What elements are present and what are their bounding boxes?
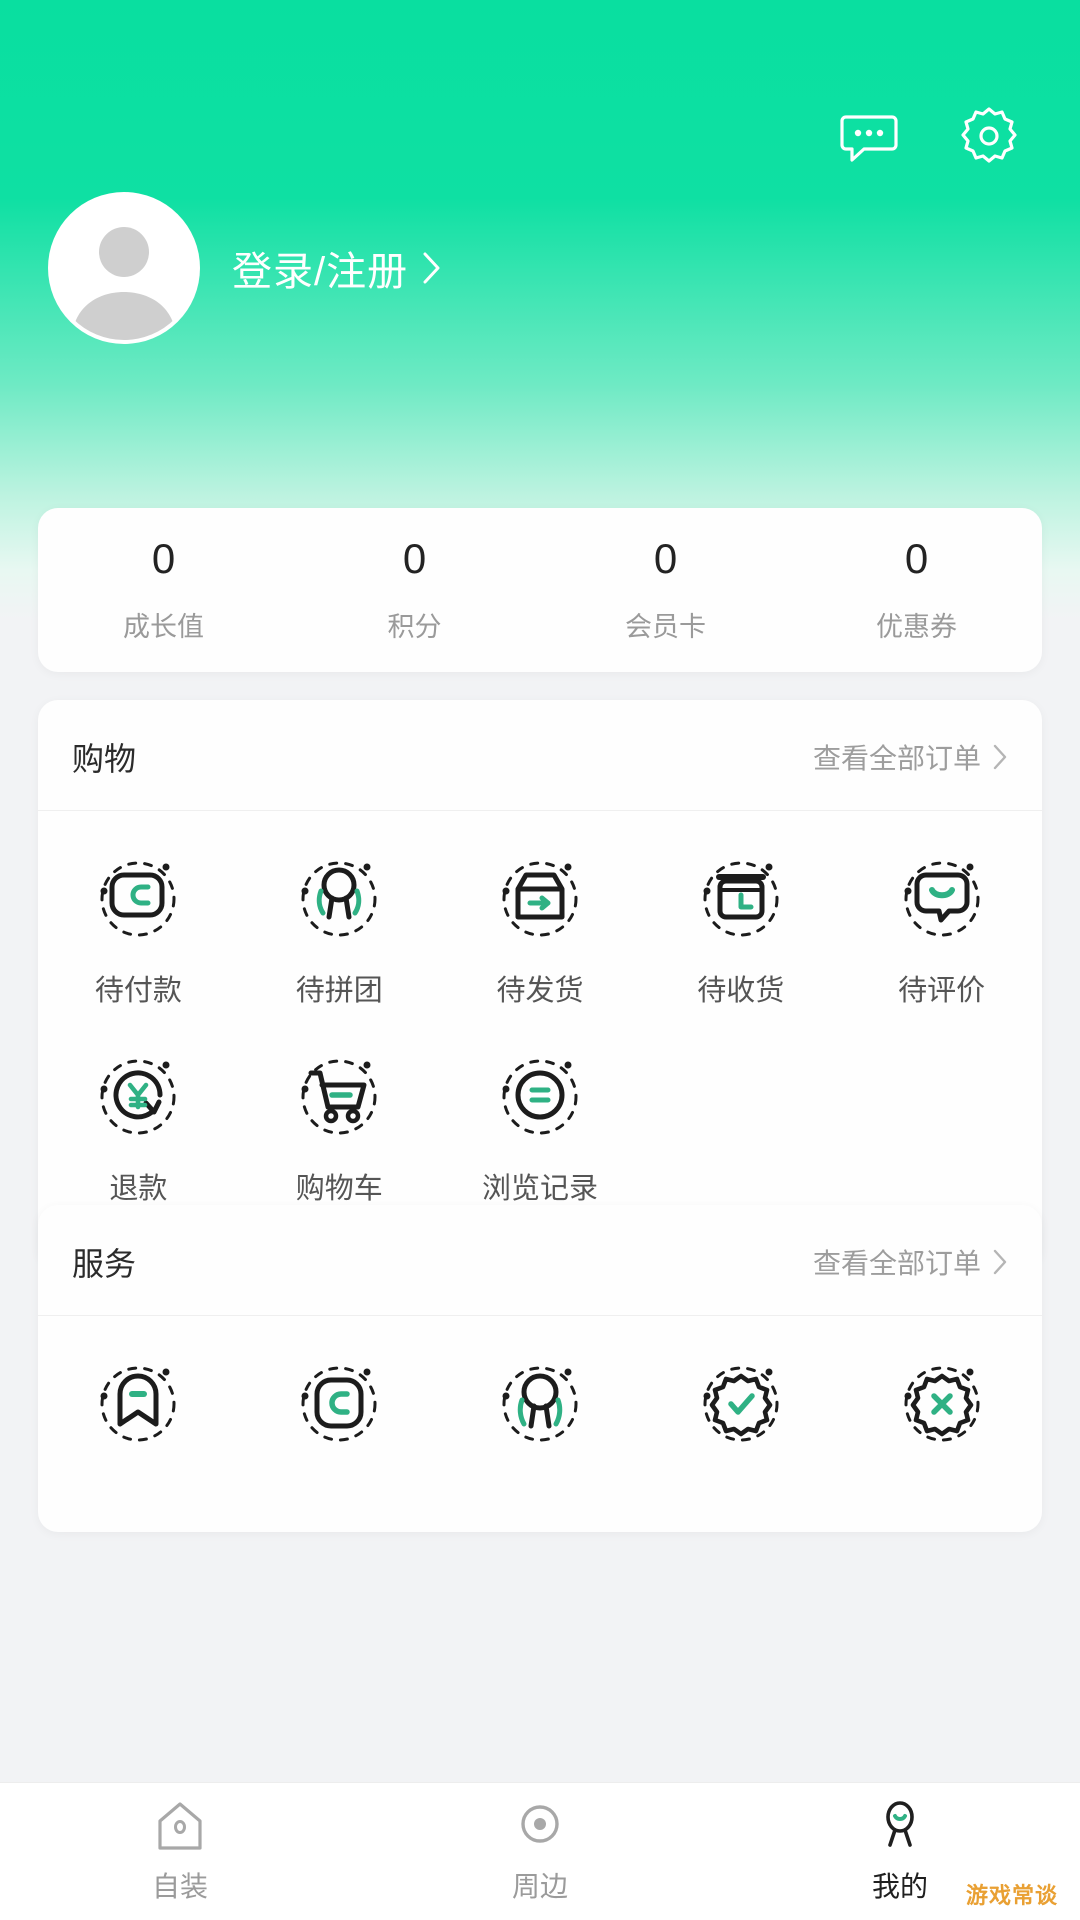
box-clock-icon (703, 861, 779, 937)
service-item-verified[interactable] (640, 1350, 841, 1472)
comment-smile-icon (904, 861, 980, 937)
shopping-grid: 待付款 待拼团 待发货 待收货 待评价 退款 购物车 浏览记录 (38, 811, 1042, 1267)
watermark: 游戏常谈 (965, 1883, 1058, 1908)
shopping-section-header: 购物 查看全部订单 (38, 700, 1042, 811)
stat-label: 会员卡 (625, 611, 706, 642)
section-title: 购物 (72, 741, 137, 777)
avatar[interactable] (48, 192, 200, 344)
service-card: 服务 查看全部订单 (38, 1205, 1042, 1532)
shopping-item-cart[interactable]: 购物车 (239, 1043, 440, 1207)
item-label: 待评价 (898, 975, 986, 1007)
item-label: 待收货 (697, 975, 785, 1007)
service-item-card[interactable] (239, 1350, 440, 1472)
view-all-orders-label: 查看全部订单 (812, 1248, 981, 1279)
person-icon (502, 1366, 578, 1442)
bookmark-icon (100, 1366, 176, 1442)
stat-label: 优惠券 (876, 611, 957, 642)
shopping-item-history[interactable]: 浏览记录 (440, 1043, 641, 1207)
service-item-rejected[interactable] (841, 1350, 1042, 1472)
person-profile-icon (886, 1800, 914, 1847)
shopping-item-pending-payment[interactable]: 待付款 (38, 845, 239, 1009)
service-item-person[interactable] (440, 1350, 641, 1472)
item-label: 浏览记录 (481, 1173, 598, 1205)
item-label: 退款 (109, 1173, 168, 1205)
shopping-cart-icon (301, 1059, 377, 1135)
badge-x-icon (904, 1366, 980, 1442)
box-arrow-icon (502, 861, 578, 937)
service-item-bookmark[interactable] (38, 1350, 239, 1472)
chevron-right-icon (423, 252, 440, 284)
wallet-card-icon (100, 861, 176, 937)
view-all-orders-button[interactable]: 查看全部订单 (813, 737, 1008, 777)
shopping-item-pending-receipt[interactable]: 待收货 (640, 845, 841, 1009)
stat-value: 0 (904, 535, 929, 583)
view-all-orders-button[interactable]: 查看全部订单 (813, 1242, 1008, 1282)
shopping-item-group-buy[interactable]: 待拼团 (239, 845, 440, 1009)
stat-value: 0 (653, 535, 678, 583)
history-circle-icon (502, 1059, 578, 1135)
stat-item-membercard[interactable]: 0 会员卡 (540, 536, 791, 643)
refund-yuan-icon (100, 1059, 176, 1135)
card-icon (301, 1366, 377, 1442)
stat-label: 积分 (387, 611, 442, 642)
shopping-item-pending-review[interactable]: 待评价 (841, 845, 1042, 1009)
stat-value: 0 (151, 535, 176, 583)
shopping-item-pending-shipment[interactable]: 待发货 (440, 845, 641, 1009)
item-label: 待发货 (496, 975, 584, 1007)
bottom-tab-bar: 自装 周边 我的 (0, 1782, 1080, 1920)
tab-self-decoration[interactable]: 自装 (0, 1799, 360, 1905)
view-all-orders-label: 查看全部订单 (812, 743, 981, 774)
login-register-label: 登录/注册 (232, 250, 409, 294)
shopping-item-empty (841, 1043, 1042, 1207)
stats-card: 0 成长值 0 积分 0 会员卡 0 优惠券 (38, 508, 1042, 672)
section-title: 服务 (72, 1246, 137, 1282)
chat-bubble-icon[interactable] (838, 105, 900, 167)
location-dot-icon (521, 1804, 559, 1843)
chevron-right-icon (993, 1249, 1007, 1275)
header-actions (838, 105, 1020, 167)
shopping-card: 购物 查看全部订单 待付款 待拼团 待发货 待收货 待评价 退款 购物车 浏览记… (38, 700, 1042, 1267)
tab-label: 自装 (151, 1870, 208, 1902)
stat-label: 成长值 (123, 611, 204, 642)
service-grid (38, 1316, 1042, 1532)
gear-icon[interactable] (958, 105, 1020, 167)
stat-item-points[interactable]: 0 积分 (289, 536, 540, 643)
item-label: 待拼团 (295, 975, 383, 1007)
stat-item-coupon[interactable]: 0 优惠券 (791, 536, 1042, 643)
profile-login-row[interactable]: 登录/注册 (48, 192, 442, 344)
house-icon (158, 1801, 202, 1850)
stat-value: 0 (402, 535, 427, 583)
stat-item-growth[interactable]: 0 成长值 (38, 536, 289, 643)
item-label: 待付款 (94, 975, 182, 1007)
service-section-header: 服务 查看全部订单 (38, 1205, 1042, 1316)
shopping-item-refund[interactable]: 退款 (38, 1043, 239, 1207)
shopping-item-empty (640, 1043, 841, 1207)
group-buy-icon (301, 861, 377, 937)
tab-label: 我的 (871, 1870, 928, 1902)
badge-check-icon (703, 1366, 779, 1442)
tab-label: 周边 (511, 1870, 568, 1902)
tab-nearby[interactable]: 周边 (360, 1799, 720, 1905)
chevron-right-icon (993, 744, 1007, 770)
login-register-button[interactable]: 登录/注册 (232, 239, 442, 297)
item-label: 购物车 (295, 1173, 383, 1205)
